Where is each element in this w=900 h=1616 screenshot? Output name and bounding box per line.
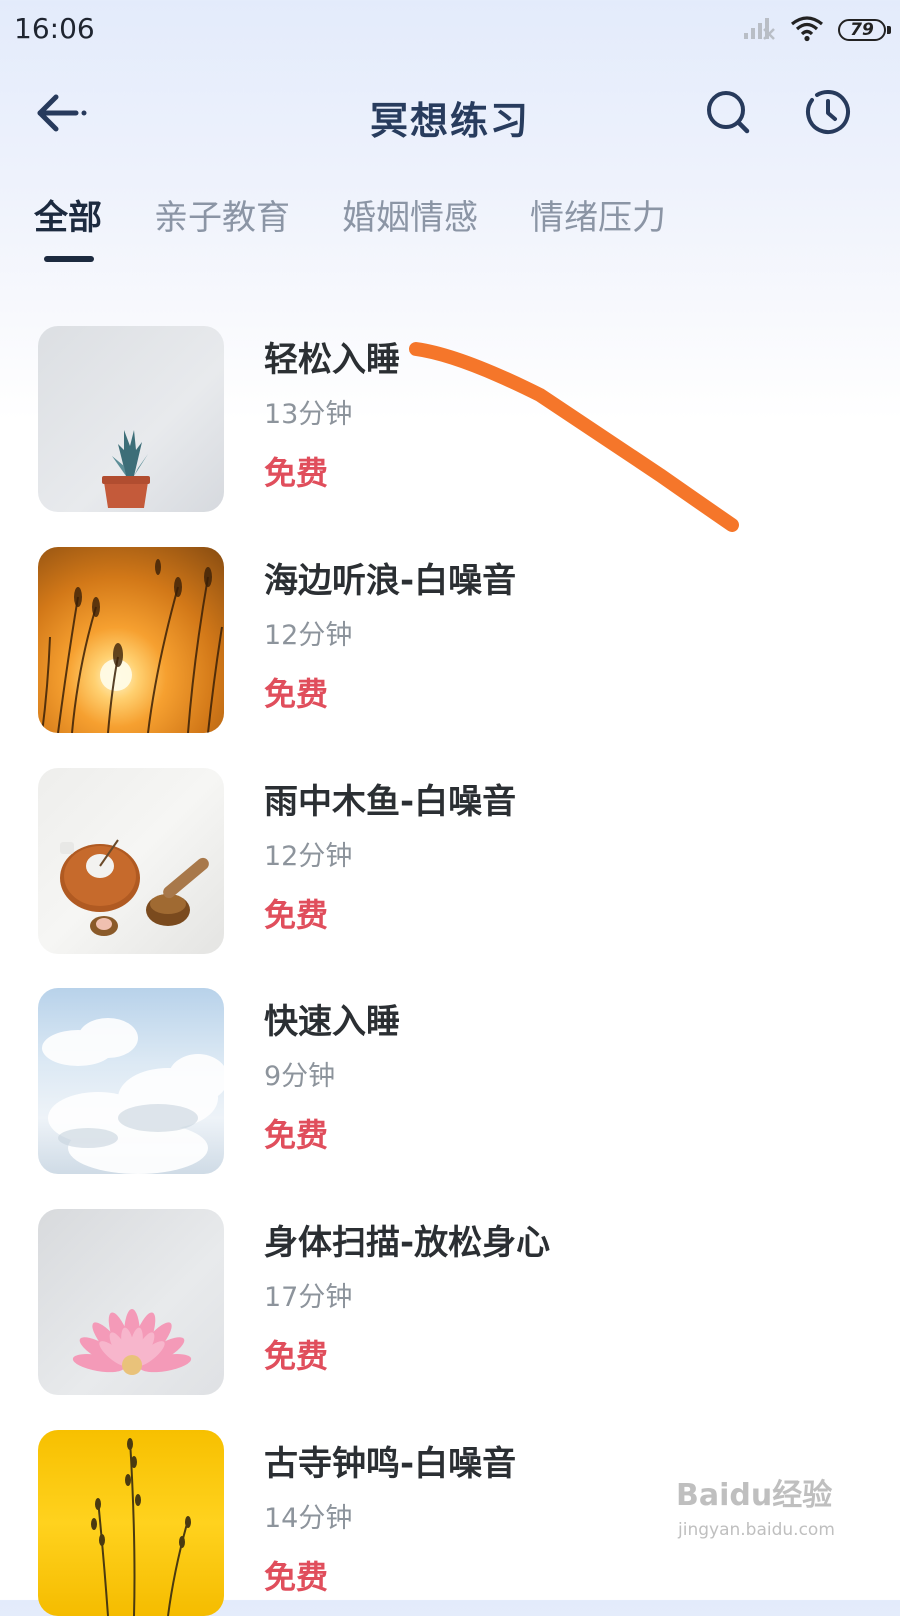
list-item[interactable]: 雨中木鱼-白噪音 12分钟 免费 [0,768,900,954]
potted-succulent-image [38,326,224,512]
active-tab-indicator [44,256,94,262]
item-price: 免费 [264,675,329,713]
pink-gerbera-flower-image [38,1209,224,1395]
clouds-sky-image [38,988,224,1174]
page-title: 冥想练习 [369,99,530,143]
tab-label: 亲子教育 [154,198,290,238]
search-button[interactable] [700,86,756,142]
tab-label: 情绪压力 [530,198,666,238]
list-item[interactable]: 轻松入睡 13分钟 免费 [0,326,900,512]
status-time: 16:06 [14,12,95,45]
item-price: 免费 [264,1116,329,1154]
search-icon [704,88,752,140]
tab-all[interactable]: 全部 [34,190,102,270]
item-duration: 13分钟 [264,399,353,430]
item-duration: 12分钟 [264,841,353,872]
item-title: 身体扫描-放松身心 [264,1223,551,1263]
status-bar: 16:06 79 [0,0,900,62]
item-duration: 12分钟 [264,620,353,651]
battery-icon: 79 [838,19,891,41]
tab-parenting[interactable]: 亲子教育 [154,190,290,270]
watermark-brand: Baidu经验 [676,1478,833,1513]
history-button[interactable] [800,86,856,142]
watermark-url: jingyan.baidu.com [678,1520,835,1540]
item-price: 免费 [264,454,329,492]
item-price: 免费 [264,896,329,934]
item-price: 免费 [264,1558,329,1596]
item-duration: 17分钟 [264,1282,353,1313]
item-title: 海边听浪-白噪音 [264,561,517,601]
status-icons: 79 [742,14,891,46]
item-title: 雨中木鱼-白噪音 [264,782,517,822]
tab-label: 婚姻情感 [342,198,478,238]
list-item[interactable]: 快速入睡 9分钟 免费 [0,988,900,1174]
tab-marriage[interactable]: 婚姻情感 [342,190,478,270]
item-price: 免费 [264,1337,329,1375]
incense-and-bowl-image [38,768,224,954]
category-tabs: 全部 亲子教育 婚姻情感 情绪压力 [34,190,718,270]
item-title: 轻松入睡 [264,340,400,380]
sunset-grass-image [38,547,224,733]
item-duration: 14分钟 [264,1503,353,1534]
list-item[interactable]: 海边听浪-白噪音 12分钟 免费 [0,547,900,733]
item-title: 快速入睡 [264,1002,400,1042]
clock-icon [804,88,852,140]
header: 冥想练习 [0,70,900,160]
baidu-watermark: Baidu经验 jingyan.baidu.com [676,1470,876,1560]
item-duration: 9分钟 [264,1061,336,1092]
item-title: 古寺钟鸣-白噪音 [264,1444,517,1484]
tab-label: 全部 [34,198,102,238]
tab-emotion-stress[interactable]: 情绪压力 [530,190,666,270]
list-item[interactable]: 身体扫描-放松身心 17分钟 免费 [0,1209,900,1395]
wifi-icon [790,14,824,46]
dry-grass-yellow-image [38,1430,224,1616]
signal-icon [742,15,776,45]
